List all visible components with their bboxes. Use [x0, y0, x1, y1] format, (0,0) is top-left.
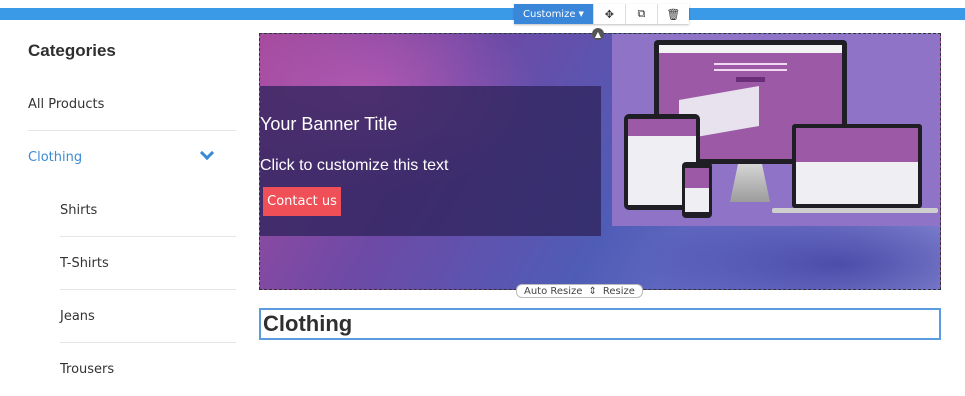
phone-graphic	[682, 162, 712, 218]
categories-heading: Categories	[28, 41, 116, 60]
category-heading-input[interactable]: Clothing	[259, 308, 941, 340]
sidebar-subitem-label: Shirts	[60, 202, 98, 218]
sidebar-subitem-jeans[interactable]: Jeans	[60, 290, 236, 343]
caret-down-icon: ▼	[578, 10, 584, 18]
sidebar-subitem-label: T-Shirts	[60, 255, 109, 271]
monitor-stand-graphic	[730, 164, 770, 202]
move-icon[interactable]: ✥	[592, 4, 625, 24]
auto-resize-button[interactable]: Auto Resize	[524, 286, 582, 297]
snippet-toolbar: Customize ▼ ✥ ⧉ 🗑	[514, 4, 689, 24]
duplicate-icon[interactable]: ⧉	[624, 4, 657, 24]
resize-handle-icon[interactable]: ⇕	[588, 286, 596, 297]
resize-button[interactable]: Resize	[603, 286, 635, 297]
sidebar-subitem-t-shirts[interactable]: T-Shirts	[60, 237, 236, 290]
sidebar-item-label: All Products	[28, 96, 105, 112]
customize-label: Customize	[523, 8, 576, 20]
banner-title[interactable]: Your Banner Title	[260, 114, 397, 135]
banner-subtitle[interactable]: Click to customize this text	[260, 157, 449, 175]
resize-controls: Auto Resize ⇕ Resize	[516, 284, 643, 298]
laptop-graphic	[792, 124, 922, 208]
sidebar-item-label: Clothing	[28, 150, 83, 165]
sidebar-subitem-shirts[interactable]: Shirts	[60, 184, 236, 237]
sidebar-subitem-label: Jeans	[60, 308, 95, 324]
laptop-base-graphic	[772, 208, 938, 213]
banner-snippet[interactable]: Your Banner Title Click to customize thi…	[259, 33, 941, 290]
chevron-down-icon[interactable]	[199, 145, 215, 161]
trash-icon[interactable]: 🗑	[656, 4, 689, 24]
contact-us-button[interactable]: Contact us	[263, 187, 341, 216]
editor-top-bar	[0, 8, 965, 20]
customize-dropdown[interactable]: Customize ▼	[514, 4, 593, 24]
move-up-icon[interactable]: ▲	[592, 28, 604, 40]
category-sidebar: Categories All Products Clothing Shirts …	[28, 34, 236, 396]
sidebar-item-clothing[interactable]: Clothing	[28, 131, 236, 184]
sidebar-item-all-products[interactable]: All Products	[28, 78, 236, 131]
sidebar-subitem-label: Trousers	[60, 362, 115, 377]
sidebar-subitem-trousers[interactable]: Trousers	[60, 343, 236, 396]
devices-image	[612, 34, 940, 226]
